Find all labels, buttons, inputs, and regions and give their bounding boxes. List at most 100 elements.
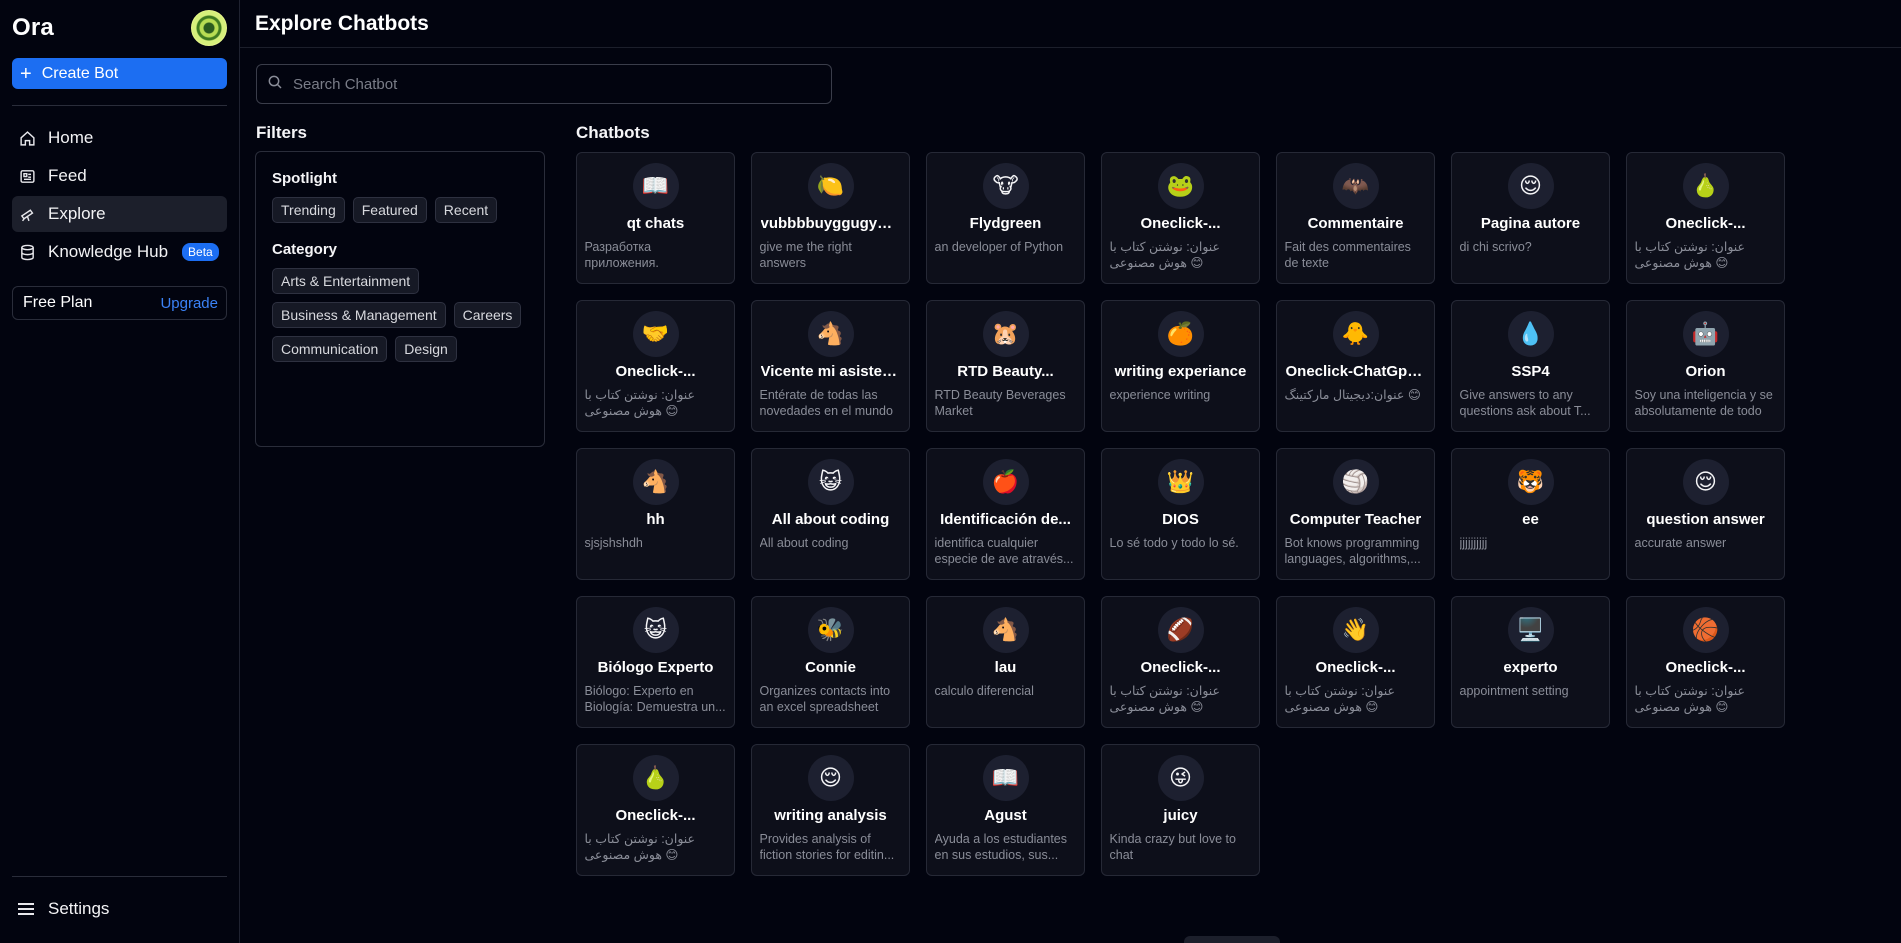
chatbot-card[interactable]: 😺 All about coding All about coding xyxy=(751,448,910,580)
bot-avatar-icon: 🏀 xyxy=(1682,607,1729,653)
explore-icon xyxy=(18,205,36,223)
sidebar: Ora + Create Bot Home Feed Explore Knowl… xyxy=(0,0,240,943)
bot-avatar-icon: 🏐 xyxy=(1332,459,1379,505)
bot-description: Entérate de todas las novedades en el mu… xyxy=(759,388,893,418)
bot-avatar-icon: 😺 xyxy=(807,459,854,505)
scroll-indicator[interactable] xyxy=(1184,936,1280,943)
bot-name: lau xyxy=(994,659,1017,676)
bot-avatar-icon: 😺 xyxy=(632,607,679,653)
chip-trending[interactable]: Trending xyxy=(272,197,345,223)
chip-arts-entertainment[interactable]: Arts & Entertainment xyxy=(272,268,420,294)
bot-description: Ayuda a los estudiantes en sus estudios,… xyxy=(934,832,1068,862)
brand-logo[interactable]: Ora xyxy=(12,14,54,42)
chatbot-card[interactable]: 🍋 vubbbbuyggugyugug give me the right answ… xyxy=(751,152,910,284)
brand-row: Ora xyxy=(12,10,227,46)
chatbot-card[interactable]: 👋 Oneclick-... عنوان: نوشتن کتاب با هوش مص… xyxy=(1276,596,1435,728)
chatbot-card[interactable]: 💧 SSP4 Give answers to any questions ask a… xyxy=(1451,300,1610,432)
chatbot-card[interactable]: 😌 Pagina autore di chi scrivo? xyxy=(1451,152,1610,284)
bot-description: sjsjshshdh xyxy=(584,536,643,550)
bot-description: عنوان: نوشتن کتاب با هوش مصنوعی 😊 xyxy=(584,832,696,862)
chatbot-card[interactable]: 🦇 Commentaire Fait des commentaires de tex… xyxy=(1276,152,1435,284)
chatbot-card[interactable]: 🐝 Connie Organizes contacts into an excel … xyxy=(751,596,910,728)
bot-avatar-icon: 🍎 xyxy=(982,459,1029,505)
bot-description: Biólogo: Experto en Biología: Demuestra … xyxy=(584,684,726,714)
bot-avatar-icon: 👋 xyxy=(1332,607,1379,653)
upgrade-link[interactable]: Upgrade xyxy=(160,295,218,312)
chatbot-card[interactable]: 🤖 Orion Soy una inteligencia y se absoluta… xyxy=(1626,300,1785,432)
database-icon xyxy=(18,243,36,261)
bot-description: عنوان: نوشتن کتاب با هوش مصنوعی 😊 xyxy=(1634,684,1746,714)
bot-description: RTD Beauty Beverages Market xyxy=(934,388,1066,418)
bot-avatar-icon: 👑 xyxy=(1157,459,1204,505)
bot-avatar-icon: 😌 xyxy=(1682,459,1729,505)
avatar[interactable] xyxy=(191,10,227,46)
bot-name: Agust xyxy=(984,807,1027,824)
bot-description: an developer of Python xyxy=(934,240,1064,254)
chatbot-card[interactable]: 🍊 writing experiance experience writing xyxy=(1101,300,1260,432)
beta-badge: Beta xyxy=(182,243,219,261)
plus-icon: + xyxy=(20,62,32,85)
chatbot-card[interactable]: 🍐 Oneclick-... عنوان: نوشتن کتاب با هوش مص… xyxy=(576,744,735,876)
bot-description: Provides analysis of fiction stories for… xyxy=(759,832,895,862)
bot-name: juicy xyxy=(1163,807,1198,824)
bot-avatar-icon: 📖 xyxy=(632,163,679,209)
nav-label: Knowledge Hub xyxy=(48,242,169,261)
chatbot-card[interactable]: 🐹 RTD Beauty... RTD Beauty Beverages Marke… xyxy=(926,300,1085,432)
filters-heading: Filters xyxy=(256,123,308,142)
chatbot-card[interactable]: 🏀 Oneclick-... عنوان: نوشتن کتاب با هوش مص… xyxy=(1626,596,1785,728)
chatbot-card[interactable]: 😌 writing analysis Provides analysis of fi… xyxy=(751,744,910,876)
search-input[interactable] xyxy=(293,75,813,93)
chatbot-card[interactable]: 📖 Agust Ayuda a los estudiantes en sus est… xyxy=(926,744,1085,876)
category-chips: Arts & Entertainment Business & Manageme… xyxy=(272,268,522,362)
nav-item-feed[interactable]: Feed xyxy=(12,158,227,194)
bot-name: All about coding xyxy=(771,511,890,528)
plan-box: Free Plan Upgrade xyxy=(12,286,227,320)
chatbot-card[interactable]: 😌 question answer accurate answer xyxy=(1626,448,1785,580)
chatbot-card[interactable]: 🐴 Vicente mi asistente Entérate de todas l… xyxy=(751,300,910,432)
settings-label: Settings xyxy=(48,899,110,918)
chip-communication[interactable]: Communication xyxy=(272,336,388,362)
nav-item-explore[interactable]: Explore xyxy=(12,196,227,232)
nav-item-home[interactable]: Home xyxy=(12,120,227,156)
chatbot-card[interactable]: 🐯 ee jjjjjjjjjj xyxy=(1451,448,1610,580)
chatbot-card[interactable]: 🖥️ experto appointment setting xyxy=(1451,596,1610,728)
chip-careers[interactable]: Careers xyxy=(453,302,522,328)
bot-description: accurate answer xyxy=(1634,536,1727,550)
search-box[interactable] xyxy=(256,64,832,104)
chatbot-card[interactable]: 🐴 lau calculo diferencial xyxy=(926,596,1085,728)
chatbot-card[interactable]: 📖 qt chats Разработка приложения. xyxy=(576,152,735,284)
bot-avatar-icon: 🍋 xyxy=(807,163,854,209)
bot-name: Computer Teacher xyxy=(1289,511,1422,528)
chatbot-card[interactable]: 🐥 Oneclick-ChatGpt-... عنوان:دیجیتال مارکت… xyxy=(1276,300,1435,432)
chatbot-card[interactable]: 🐴 hh sjsjshshdh xyxy=(576,448,735,580)
chatbot-card[interactable]: 🏐 Computer Teacher Bot knows programming l… xyxy=(1276,448,1435,580)
bot-name: vubbbbuyggugyugug xyxy=(760,215,901,232)
chip-recent[interactable]: Recent xyxy=(434,197,498,223)
bot-description: All about coding xyxy=(759,536,849,550)
chatbot-card[interactable]: 🤝 Oneclick-... عنوان: نوشتن کتاب با هوش مص… xyxy=(576,300,735,432)
chatbot-card[interactable]: 🍐 Oneclick-... عنوان: نوشتن کتاب با هوش مص… xyxy=(1626,152,1785,284)
chatbot-card[interactable]: 🏈 Oneclick-... عنوان: نوشتن کتاب با هوش مص… xyxy=(1101,596,1260,728)
chip-design[interactable]: Design xyxy=(395,336,457,362)
bot-avatar-icon: 🐴 xyxy=(807,311,854,357)
create-bot-label: Create Bot xyxy=(41,64,119,82)
chip-business-management[interactable]: Business & Management xyxy=(272,302,446,328)
chatbot-card[interactable]: 🐸 Oneclick-... عنوان: نوشتن کتاب با هوش مص… xyxy=(1101,152,1260,284)
bot-avatar-icon: 🖥️ xyxy=(1507,607,1554,653)
chatbot-card[interactable]: 🍎 Identificación de... identifica cualquie… xyxy=(926,448,1085,580)
chatbot-card[interactable]: 😜 juicy Kinda crazy but love to chat xyxy=(1101,744,1260,876)
bot-avatar-icon: 🏈 xyxy=(1157,607,1204,653)
bot-description: Kinda crazy but love to chat xyxy=(1109,832,1236,862)
page-title: Explore Chatbots xyxy=(255,11,429,35)
bot-description: Lo sé todo y todo lo sé. xyxy=(1109,536,1239,550)
nav-item-knowledge-hub[interactable]: Knowledge Hub Beta xyxy=(12,234,227,270)
sidebar-bottom: Settings xyxy=(12,876,227,943)
create-bot-button[interactable]: + Create Bot xyxy=(12,58,227,89)
nav-label: Explore xyxy=(48,204,106,223)
chatbot-card[interactable]: 😺 Biólogo Experto Biólogo: Experto en Biol… xyxy=(576,596,735,728)
chatbot-card[interactable]: 👑 DIOS Lo sé todo y todo lo sé. xyxy=(1101,448,1260,580)
settings-button[interactable]: Settings xyxy=(12,891,227,927)
bot-description: عنوان: نوشتن کتاب با هوش مصنوعی 😊 xyxy=(1284,684,1396,714)
chip-featured[interactable]: Featured xyxy=(352,197,427,223)
chatbot-card[interactable]: 🐮 Flydgreen an developer of Python xyxy=(926,152,1085,284)
